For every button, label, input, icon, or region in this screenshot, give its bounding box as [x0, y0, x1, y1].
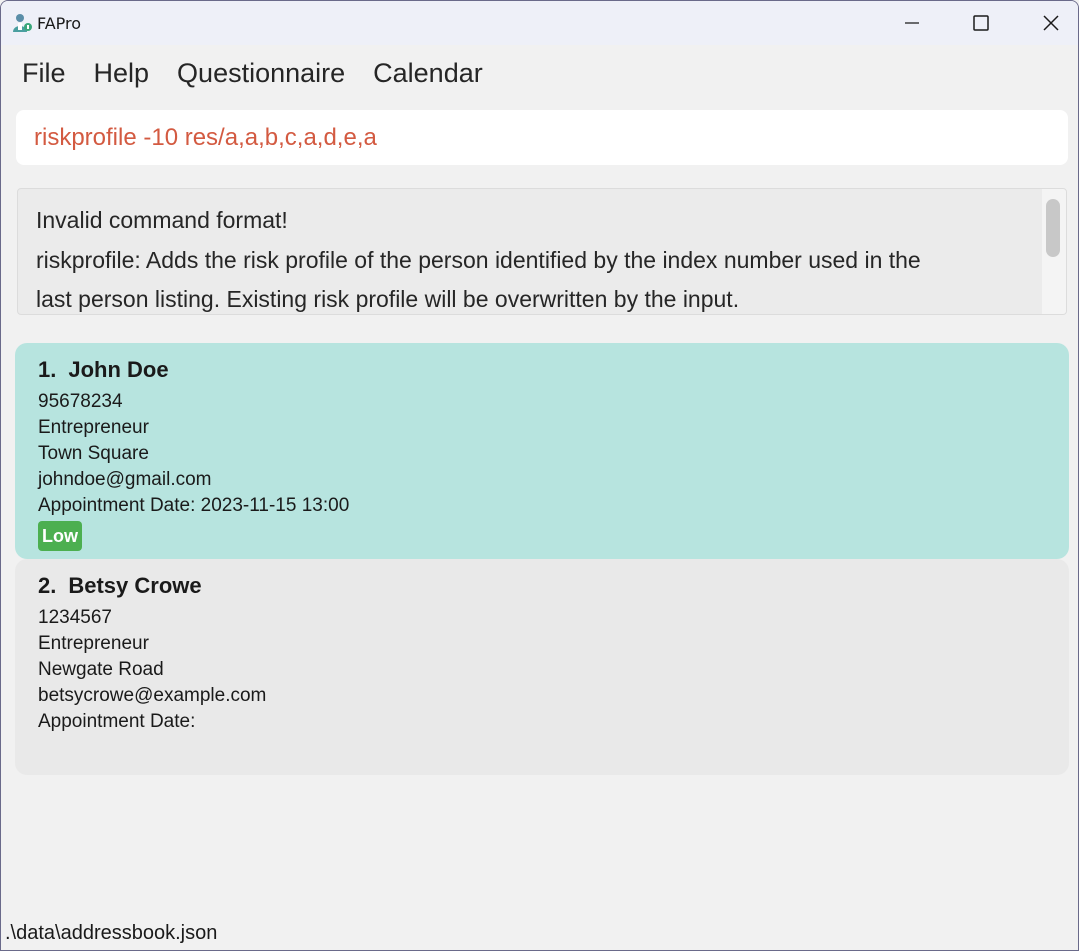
- person-card[interactable]: 2. Betsy Crowe 1234567 Entrepreneur Newga…: [15, 559, 1069, 775]
- result-line: riskprofile: Adds the risk profile of th…: [36, 246, 921, 273]
- person-address: Newgate Road: [38, 659, 164, 680]
- app-window: FAPro File Help Questionnaire Calendar r…: [0, 0, 1079, 951]
- person-appointment: Appointment Date:: [38, 711, 196, 732]
- result-display: Invalid command format! riskprofile: Add…: [17, 188, 1067, 315]
- file-path: .\data\addressbook.json: [5, 921, 218, 944]
- title-bar: FAPro: [1, 1, 1078, 45]
- menu-file[interactable]: File: [22, 58, 66, 89]
- person-phone: 1234567: [38, 607, 112, 628]
- risk-badge: Low: [38, 521, 82, 551]
- result-scrollbar-thumb[interactable]: [1046, 199, 1060, 257]
- person-appointment: Appointment Date: 2023-11-15 13:00: [38, 495, 350, 516]
- result-line: last person listing. Existing risk profi…: [36, 286, 740, 312]
- person-email: johndoe@gmail.com: [38, 469, 212, 490]
- close-icon[interactable]: [1039, 11, 1063, 35]
- status-bar: .\data\addressbook.json: [1, 916, 1078, 950]
- command-input[interactable]: riskprofile -10 res/a,a,b,c,a,d,e,a: [16, 110, 1068, 165]
- minimize-icon[interactable]: [900, 11, 924, 35]
- menu-calendar[interactable]: Calendar: [373, 58, 483, 89]
- result-line: Invalid command format!: [36, 207, 288, 233]
- person-index: 1.: [38, 357, 57, 382]
- person-phone: 95678234: [38, 391, 123, 412]
- person-occupation: Entrepreneur: [38, 633, 149, 654]
- person-address: Town Square: [38, 443, 149, 464]
- menu-help[interactable]: Help: [94, 58, 150, 89]
- menu-questionnaire[interactable]: Questionnaire: [177, 58, 345, 89]
- result-scrollbar[interactable]: [1042, 189, 1066, 314]
- result-text: Invalid command format! riskprofile: Add…: [36, 201, 1026, 314]
- menu-bar: File Help Questionnaire Calendar: [1, 45, 1078, 101]
- person-card[interactable]: 1. John Doe 95678234 Entrepreneur Town Sq…: [15, 343, 1069, 559]
- person-name: Betsy Crowe: [68, 573, 202, 598]
- person-index: 2.: [38, 573, 57, 598]
- person-occupation: Entrepreneur: [38, 417, 149, 438]
- maximize-icon[interactable]: [969, 11, 993, 35]
- command-input-text: riskprofile -10 res/a,a,b,c,a,d,e,a: [34, 123, 377, 151]
- person-name: John Doe: [68, 357, 169, 382]
- person-email: betsycrowe@example.com: [38, 685, 267, 706]
- person-name-row: 2. Betsy Crowe: [38, 571, 1046, 601]
- person-name-row: 1. John Doe: [38, 355, 1046, 385]
- app-logo-icon: [13, 14, 32, 32]
- window-title: FAPro: [37, 14, 82, 33]
